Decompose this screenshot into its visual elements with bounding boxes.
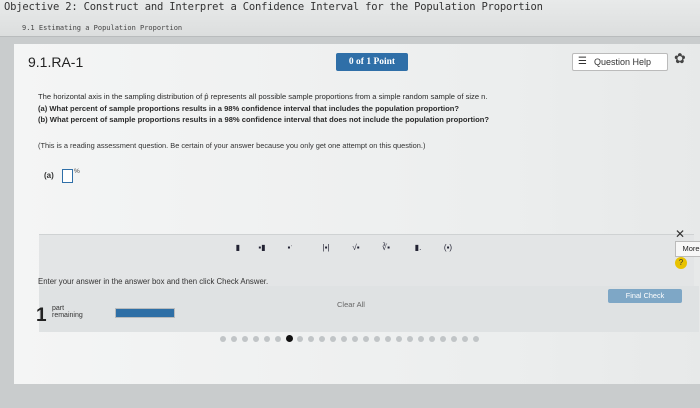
nav-dot[interactable]: [341, 336, 347, 342]
question-id: 9.1.RA-1: [28, 54, 84, 70]
menu-icon: ☰: [578, 56, 587, 67]
question-part-a: (a) What percent of sample proportions r…: [38, 103, 460, 113]
parts-remaining-count: 1: [36, 305, 47, 326]
decimal-tool-icon[interactable]: ▮.: [409, 241, 427, 255]
question-help-label: Question Help: [594, 57, 652, 67]
percent-sign: %: [74, 168, 80, 175]
nav-dot[interactable]: [418, 336, 424, 342]
assessment-note: (This is a reading assessment question. …: [38, 141, 426, 150]
question-help-button[interactable]: ☰ Question Help: [572, 53, 668, 71]
question-text: The horizontal axis in the sampling dist…: [38, 91, 638, 126]
parentheses-tool-icon[interactable]: (▪): [439, 241, 457, 255]
fraction-tool-icon[interactable]: ▮: [229, 241, 247, 255]
exponent-tool-icon[interactable]: ▪ˑ: [281, 241, 299, 255]
clear-all-button[interactable]: Clear All: [337, 300, 365, 309]
question-part-b: (b) What percent of sample proportions r…: [38, 115, 490, 124]
help-icon[interactable]: ?: [675, 257, 687, 269]
nav-dot[interactable]: [242, 336, 248, 342]
absolute-value-tool-icon[interactable]: |▪|: [317, 241, 335, 255]
nav-dot[interactable]: [385, 336, 391, 342]
nav-dot[interactable]: [396, 336, 402, 342]
nav-dot[interactable]: [473, 336, 479, 342]
nav-dot[interactable]: [440, 336, 446, 342]
nav-dot[interactable]: [451, 336, 457, 342]
nav-dot[interactable]: [297, 336, 303, 342]
score-badge: 0 of 1 Point: [336, 53, 408, 71]
question-panel: 9.1.RA-1 0 of 1 Point ☰ Question Help ✿ …: [14, 44, 700, 384]
nav-dot[interactable]: [352, 336, 358, 342]
nav-dot[interactable]: [264, 336, 270, 342]
final-check-button[interactable]: Final Check: [608, 289, 682, 303]
remaining-text: remaining: [52, 312, 83, 319]
nav-dot[interactable]: [374, 336, 380, 342]
instruction-text: Enter your answer in the answer box and …: [38, 277, 269, 286]
nav-dot[interactable]: [231, 336, 237, 342]
nav-dot[interactable]: [253, 336, 259, 342]
section-title: 9.1 Estimating a Population Proportion: [22, 24, 183, 32]
parts-remaining-label: part remaining: [52, 305, 83, 319]
header-strip: Objective 2: Construct and Interpret a C…: [0, 0, 700, 37]
nav-dot[interactable]: [363, 336, 369, 342]
close-icon[interactable]: ✕: [675, 227, 685, 241]
nav-dot[interactable]: [308, 336, 314, 342]
progress-fill: [116, 309, 174, 317]
nav-dot[interactable]: [462, 336, 468, 342]
more-button[interactable]: More: [675, 241, 700, 257]
square-root-tool-icon[interactable]: √▪: [347, 241, 365, 255]
gear-icon[interactable]: ✿: [674, 50, 686, 67]
nav-dot[interactable]: [286, 335, 293, 342]
nth-root-tool-icon[interactable]: ∛▪: [377, 241, 395, 255]
part-text: part: [52, 305, 65, 312]
question-main: The horizontal axis in the sampling dist…: [38, 92, 488, 101]
nav-dot[interactable]: [330, 336, 336, 342]
nav-dot[interactable]: [319, 336, 325, 342]
nav-dot[interactable]: [429, 336, 435, 342]
nav-dot[interactable]: [220, 336, 226, 342]
nav-dot[interactable]: [275, 336, 281, 342]
answer-input[interactable]: [62, 169, 73, 183]
mixed-number-tool-icon[interactable]: ▪▮: [253, 241, 271, 255]
progress-bar: [115, 308, 175, 318]
objective-title: Objective 2: Construct and Interpret a C…: [4, 1, 543, 13]
nav-dot[interactable]: [407, 336, 413, 342]
answer-label: (a): [44, 171, 54, 180]
